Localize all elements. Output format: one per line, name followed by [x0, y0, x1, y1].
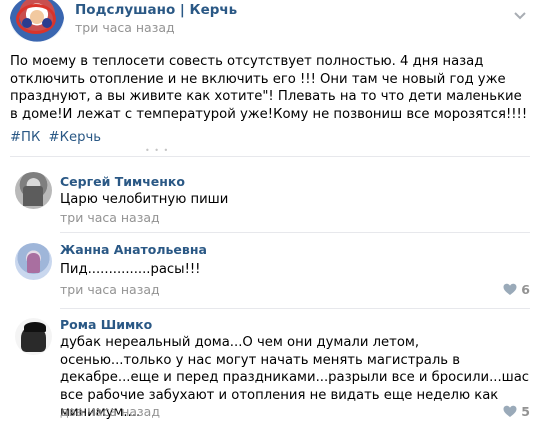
comment-time[interactable]: три часа назад — [60, 210, 160, 225]
like-button[interactable]: 6 — [503, 282, 530, 297]
post-text: По моему в теплосети совесть отсутствует… — [10, 54, 528, 122]
avatar-figure — [27, 253, 40, 273]
comment-time[interactable]: три часа назад — [60, 282, 160, 297]
group-avatar[interactable] — [10, 0, 64, 42]
heart-icon — [503, 405, 517, 417]
chevron-down-icon[interactable] — [512, 8, 528, 22]
like-button[interactable]: 5 — [503, 404, 530, 419]
avatar[interactable] — [15, 318, 52, 355]
comment-author[interactable]: Жанна Анатольевна — [60, 242, 207, 257]
comment-text: Царю челобитную пиши — [60, 192, 229, 207]
divider-dots: • • • — [145, 146, 170, 155]
avatar-hair — [24, 322, 46, 332]
post-header: Подслушано | Керчь три часа назад — [0, 0, 540, 44]
comment-author[interactable]: Рома Шимко — [60, 317, 152, 332]
comment-divider — [60, 308, 530, 309]
comment: Жанна Анатольевна Пид...............расы… — [0, 232, 540, 309]
group-name-link[interactable]: Подслушано | Керчь — [75, 2, 237, 18]
hashtags: #ПК #Керчь — [10, 130, 105, 145]
avatar-figure — [23, 186, 43, 206]
post-time[interactable]: три часа назад — [75, 20, 175, 35]
heart-icon — [503, 283, 517, 295]
avatar[interactable] — [15, 172, 52, 209]
hashtag-kerch[interactable]: #Керчь — [49, 130, 101, 145]
avatar-figure — [30, 10, 44, 24]
like-count: 6 — [521, 282, 530, 297]
comment-text: Пид...............расы!!! — [60, 262, 201, 277]
avatar[interactable] — [15, 243, 52, 280]
comment: Сергей Тимченко Царю челобитную пиши три… — [0, 166, 540, 233]
comment-author[interactable]: Сергей Тимченко — [60, 174, 185, 189]
post-divider — [10, 156, 530, 157]
hashtag-pk[interactable]: #ПК — [10, 130, 40, 145]
comment: Рома Шимко дубак нереальный дома...О чем… — [0, 312, 540, 423]
comment-time[interactable]: два часа назад — [60, 404, 160, 419]
like-count: 5 — [521, 404, 530, 419]
